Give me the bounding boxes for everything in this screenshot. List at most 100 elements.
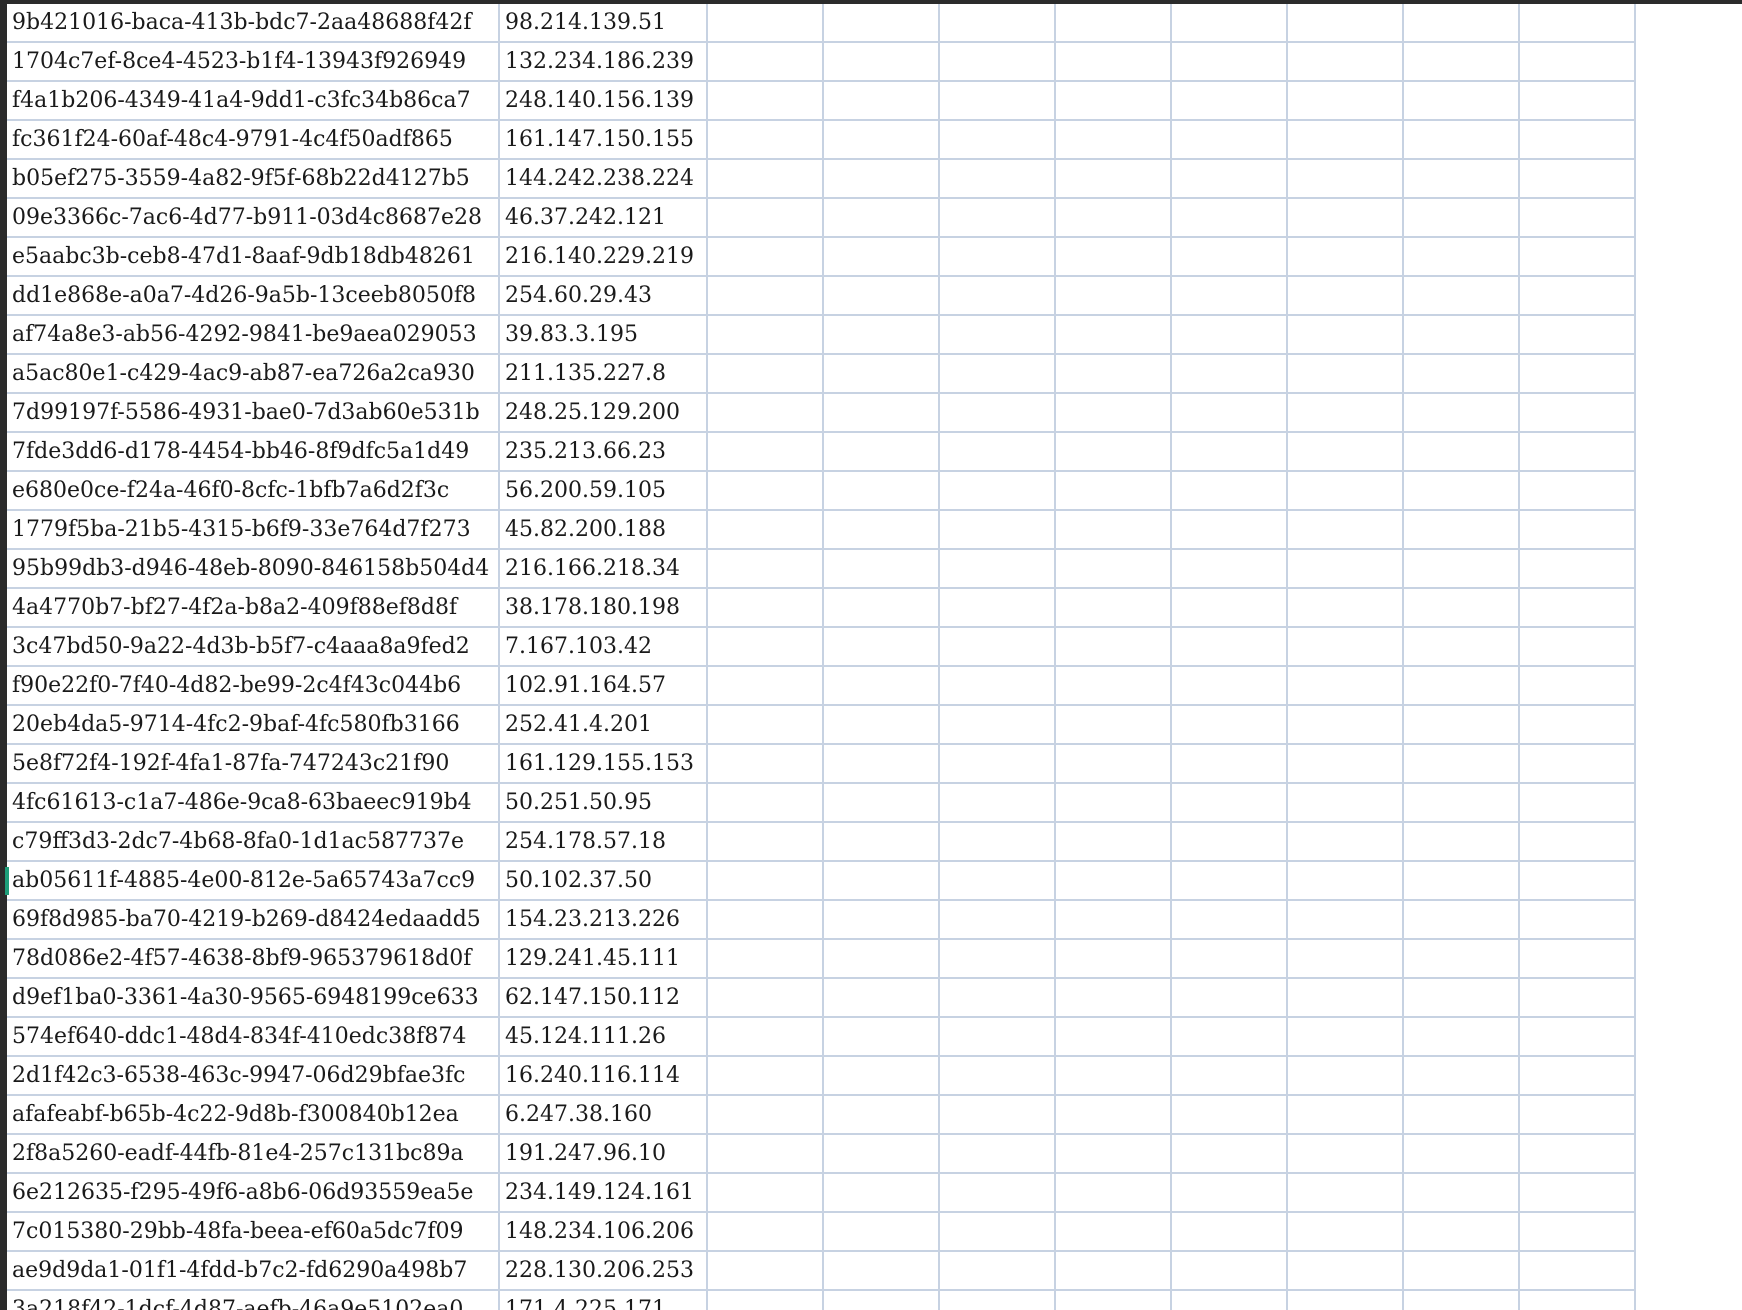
cell-empty[interactable] [1055,510,1172,550]
cell-id[interactable]: 5e8f72f4-192f-4fa1-87fa-747243c21f90 [7,744,500,784]
cell-empty[interactable] [1519,1251,1636,1291]
cell-empty[interactable] [1287,549,1404,589]
cell-ip[interactable]: 148.234.106.206 [499,1212,708,1252]
cell-empty[interactable] [707,1056,824,1096]
cell-id[interactable]: 6e212635-f295-49f6-a8b6-06d93559ea5e [7,1173,500,1213]
cell-empty[interactable] [823,354,940,394]
cell-empty[interactable] [1171,627,1288,667]
cell-ip[interactable]: 228.130.206.253 [499,1251,708,1291]
cell-empty[interactable] [1403,1134,1520,1174]
cell-empty[interactable] [1403,822,1520,862]
cell-empty[interactable] [1519,354,1636,394]
cell-empty[interactable] [823,237,940,277]
cell-id[interactable]: af74a8e3-ab56-4292-9841-be9aea029053 [7,315,500,355]
cell-empty[interactable] [1171,978,1288,1018]
cell-empty[interactable] [1287,1212,1404,1252]
cell-empty[interactable] [823,42,940,82]
cell-empty[interactable] [939,861,1056,901]
cell-id[interactable]: c79ff3d3-2dc7-4b68-8fa0-1d1ac587737e [7,822,500,862]
cell-ip[interactable]: 39.83.3.195 [499,315,708,355]
cell-empty[interactable] [1287,432,1404,472]
cell-empty[interactable] [823,432,940,472]
cell-empty[interactable] [823,549,940,589]
cell-empty[interactable] [707,159,824,199]
cell-id[interactable]: dd1e868e-a0a7-4d26-9a5b-13ceeb8050f8 [7,276,500,316]
cell-empty[interactable] [707,81,824,121]
cell-empty[interactable] [823,1173,940,1213]
cell-empty[interactable] [939,198,1056,238]
cell-empty[interactable] [1403,81,1520,121]
cell-empty[interactable] [1055,1290,1172,1310]
cell-empty[interactable] [823,471,940,511]
cell-empty[interactable] [707,978,824,1018]
cell-empty[interactable] [823,939,940,979]
cell-empty[interactable] [1055,1095,1172,1135]
cell-empty[interactable] [1287,276,1404,316]
cell-empty[interactable] [823,159,940,199]
cell-empty[interactable] [823,783,940,823]
cell-empty[interactable] [939,744,1056,784]
cell-empty[interactable] [1519,81,1636,121]
cell-id[interactable]: 4fc61613-c1a7-486e-9ca8-63baeec919b4 [7,783,500,823]
cell-empty[interactable] [1287,705,1404,745]
cell-empty[interactable] [823,1212,940,1252]
cell-id[interactable]: 1779f5ba-21b5-4315-b6f9-33e764d7f273 [7,510,500,550]
cell-id[interactable]: d9ef1ba0-3361-4a30-9565-6948199ce633 [7,978,500,1018]
cell-empty[interactable] [1519,705,1636,745]
cell-empty[interactable] [939,666,1056,706]
cell-empty[interactable] [1519,1095,1636,1135]
cell-empty[interactable] [1403,549,1520,589]
cell-empty[interactable] [1287,393,1404,433]
cell-empty[interactable] [707,1095,824,1135]
cell-empty[interactable] [1519,549,1636,589]
cell-empty[interactable] [1055,315,1172,355]
cell-empty[interactable] [823,1095,940,1135]
cell-ip[interactable]: 50.102.37.50 [499,861,708,901]
cell-ip[interactable]: 129.241.45.111 [499,939,708,979]
cell-empty[interactable] [1287,4,1404,43]
cell-empty[interactable] [707,822,824,862]
cell-ip[interactable]: 154.23.213.226 [499,900,708,940]
cell-empty[interactable] [1287,1290,1404,1310]
cell-empty[interactable] [1519,471,1636,511]
cell-id[interactable]: 1704c7ef-8ce4-4523-b1f4-13943f926949 [7,42,500,82]
cell-id[interactable]: 2d1f42c3-6538-463c-9947-06d29bfae3fc [7,1056,500,1096]
cell-ip[interactable]: 161.147.150.155 [499,120,708,160]
cell-empty[interactable] [707,120,824,160]
cell-empty[interactable] [1403,1212,1520,1252]
cell-empty[interactable] [823,705,940,745]
cell-empty[interactable] [1055,432,1172,472]
cell-empty[interactable] [1287,1017,1404,1057]
cell-empty[interactable] [1287,627,1404,667]
cell-empty[interactable] [707,939,824,979]
cell-empty[interactable] [1403,510,1520,550]
cell-empty[interactable] [1171,1134,1288,1174]
cell-empty[interactable] [1171,510,1288,550]
cell-empty[interactable] [1403,42,1520,82]
cell-empty[interactable] [707,510,824,550]
cell-id[interactable]: ab05611f-4885-4e00-812e-5a65743a7cc9 [7,861,500,901]
cell-empty[interactable] [939,120,1056,160]
cell-empty[interactable] [1287,861,1404,901]
cell-empty[interactable] [1171,315,1288,355]
cell-empty[interactable] [1287,42,1404,82]
cell-empty[interactable] [1403,783,1520,823]
cell-empty[interactable] [939,354,1056,394]
cell-empty[interactable] [1519,276,1636,316]
cell-ip[interactable]: 234.149.124.161 [499,1173,708,1213]
cell-empty[interactable] [1519,42,1636,82]
cell-ip[interactable]: 216.166.218.34 [499,549,708,589]
cell-empty[interactable] [939,900,1056,940]
cell-empty[interactable] [823,315,940,355]
cell-empty[interactable] [823,900,940,940]
cell-empty[interactable] [1055,1251,1172,1291]
cell-empty[interactable] [1171,822,1288,862]
cell-empty[interactable] [1519,1056,1636,1096]
cell-empty[interactable] [939,81,1056,121]
cell-id[interactable]: 09e3366c-7ac6-4d77-b911-03d4c8687e28 [7,198,500,238]
cell-empty[interactable] [1519,1134,1636,1174]
cell-empty[interactable] [1055,549,1172,589]
cell-empty[interactable] [1403,354,1520,394]
cell-ip[interactable]: 45.82.200.188 [499,510,708,550]
cell-id[interactable]: 95b99db3-d946-48eb-8090-846158b504d4 [7,549,500,589]
